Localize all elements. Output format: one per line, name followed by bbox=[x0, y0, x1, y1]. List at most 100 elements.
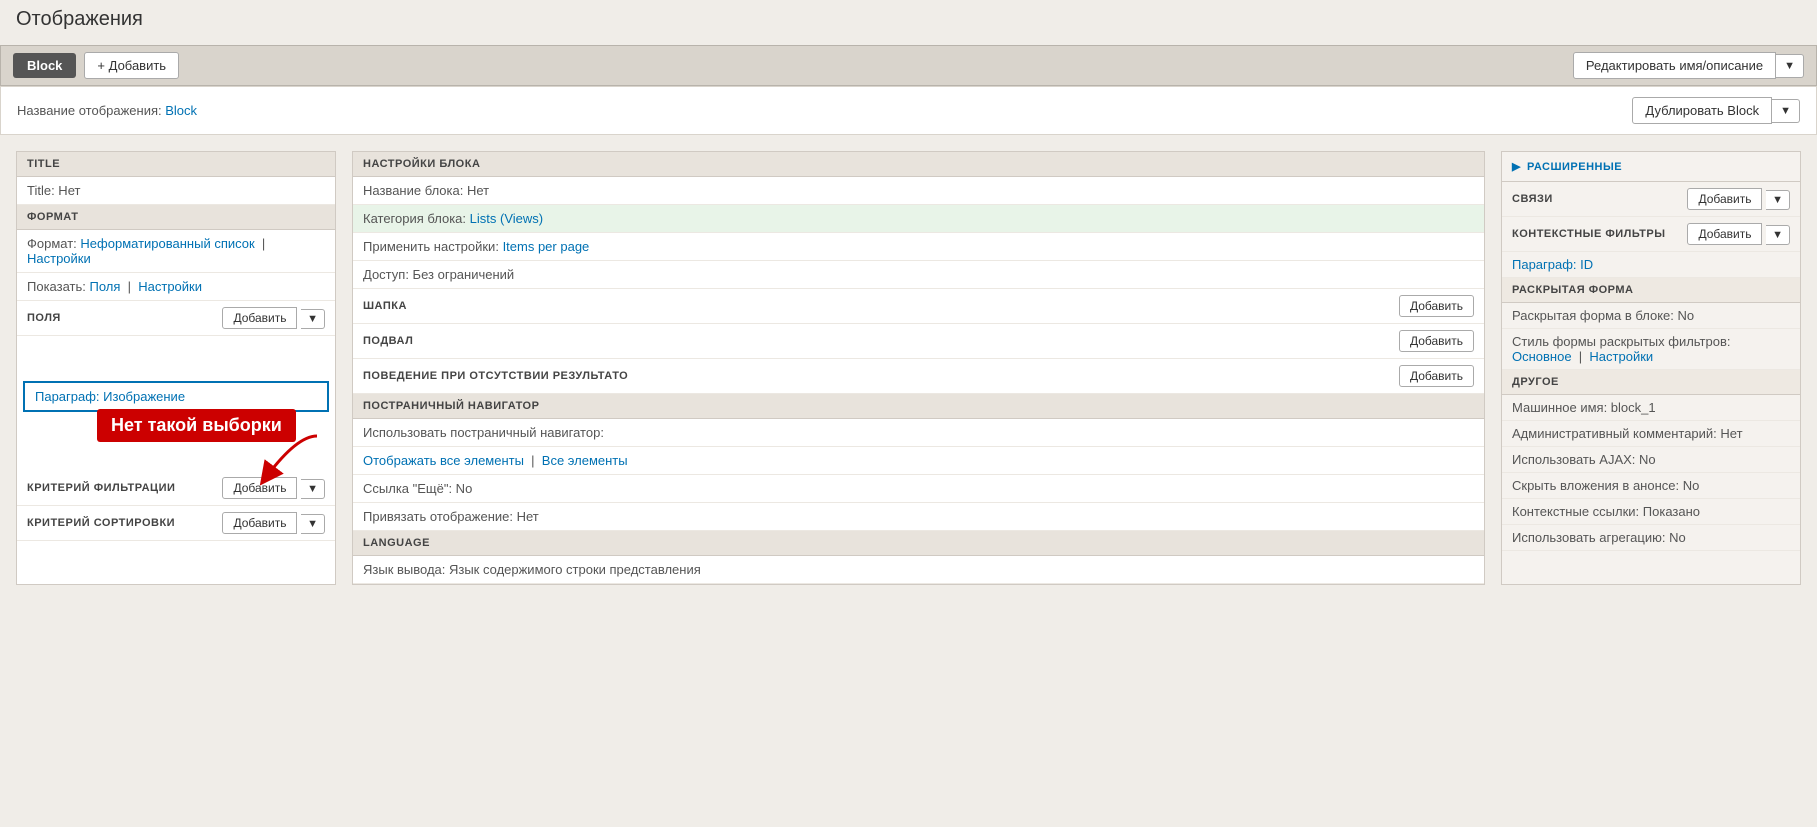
duplicate-button[interactable]: Дублировать Block bbox=[1632, 97, 1772, 124]
format-settings-link[interactable]: Настройки bbox=[27, 251, 91, 266]
show-label: Показать: bbox=[27, 279, 86, 294]
filter-header: КРИТЕРИЙ ФИЛЬТРАЦИИ bbox=[27, 482, 175, 494]
toolbar: Block Добавить Редактировать имя/описани… bbox=[0, 45, 1817, 86]
access-row: Доступ: Без ограничений bbox=[353, 261, 1484, 289]
fields-header-row: ПОЛЯ Добавить ▼ bbox=[17, 301, 335, 336]
ajax-row: Использовать AJAX: No bbox=[1502, 447, 1800, 473]
left-column: TITLE Title: Нет ФОРМАТ Формат: Неформат… bbox=[16, 151, 336, 585]
block-settings-header: НАСТРОЙКИ БЛОКА bbox=[353, 152, 1484, 177]
admin-comment-row: Административный комментарий: Нет bbox=[1502, 421, 1800, 447]
exposed-in-block-row: Раскрытая форма в блоке: No bbox=[1502, 303, 1800, 329]
add-button[interactable]: Добавить bbox=[84, 52, 179, 79]
sort-add-dropdown[interactable]: ▼ bbox=[301, 514, 325, 534]
footer-section-row: ПОДВАЛ Добавить bbox=[353, 324, 1484, 359]
exposed-style-row: Стиль формы раскрытых фильтров: Основное… bbox=[1502, 329, 1800, 370]
triangle-icon: ▶ bbox=[1512, 160, 1521, 173]
fields-add-button[interactable]: Добавить bbox=[222, 307, 297, 329]
lang-row: Язык вывода: Язык содержимого строки пре… bbox=[353, 556, 1484, 584]
title-row: Title: Нет bbox=[17, 177, 335, 205]
context-filter-item: Параграф: ID bbox=[1502, 252, 1800, 278]
title-section-header: TITLE bbox=[17, 152, 335, 177]
fields-add-group: Добавить ▼ bbox=[222, 307, 325, 329]
header-section-label: ШАПКА bbox=[363, 300, 407, 312]
context-filters-row: КОНТЕКСТНЫЕ ФИЛЬТРЫ Добавить ▼ bbox=[1502, 217, 1800, 252]
more-link-row: Ссылка "Ещё": No bbox=[353, 475, 1484, 503]
duplicate-dropdown[interactable]: ▼ bbox=[1772, 99, 1800, 123]
relations-row: СВЯЗИ Добавить ▼ bbox=[1502, 182, 1800, 217]
footer-section-label: ПОДВАЛ bbox=[363, 335, 413, 347]
style-link[interactable]: Основное bbox=[1512, 349, 1572, 364]
display-all-link[interactable]: Отображать все элементы bbox=[363, 453, 524, 468]
toolbar-left: Block Добавить bbox=[13, 52, 179, 79]
aggregation-row: Использовать агрегацию: No bbox=[1502, 525, 1800, 551]
view-name-bar: Название отображения: Block Дублировать … bbox=[0, 86, 1817, 135]
attach-row: Привязать отображение: Нет bbox=[353, 503, 1484, 531]
filter-header-row: КРИТЕРИЙ ФИЛЬТРАЦИИ Добавить ▼ bbox=[17, 471, 335, 506]
format-link[interactable]: Неформатированный список bbox=[80, 236, 254, 251]
empty-section-label: ПОВЕДЕНИЕ ПРИ ОТСУТСТВИИ РЕЗУЛЬТАТО bbox=[363, 370, 628, 382]
fields-add-dropdown[interactable]: ▼ bbox=[301, 309, 325, 329]
exposed-settings-link[interactable]: Настройки bbox=[1589, 349, 1653, 364]
field-item-paragraph[interactable]: Параграф: Изображение bbox=[23, 381, 329, 412]
page-title: Отображения bbox=[16, 8, 1801, 31]
hide-attachments-row: Скрыть вложения в анонсе: No bbox=[1502, 473, 1800, 499]
relations-label: СВЯЗИ bbox=[1512, 193, 1553, 205]
contextual-links-row: Контекстные ссылки: Показано bbox=[1502, 499, 1800, 525]
apply-settings-row: Применить настройки: Items per page bbox=[353, 233, 1484, 261]
block-name-row: Название блока: Нет bbox=[353, 177, 1484, 205]
expanded-label: РАСШИРЕННЫЕ bbox=[1527, 161, 1622, 173]
filter-add-group: Добавить ▼ bbox=[222, 477, 325, 499]
footer-add-button[interactable]: Добавить bbox=[1399, 330, 1474, 352]
view-name-text: Название отображения: Block bbox=[17, 103, 197, 118]
machine-name-row: Машинное имя: block_1 bbox=[1502, 395, 1800, 421]
format-row: Формат: Неформатированный список | Настр… bbox=[17, 230, 335, 273]
view-name-link[interactable]: Block bbox=[165, 103, 197, 118]
sort-add-group: Добавить ▼ bbox=[222, 512, 325, 534]
context-filters-add-group: Добавить ▼ bbox=[1687, 223, 1790, 245]
header-add-button[interactable]: Добавить bbox=[1399, 295, 1474, 317]
empty-section-row: ПОВЕДЕНИЕ ПРИ ОТСУТСТВИИ РЕЗУЛЬТАТО Доба… bbox=[353, 359, 1484, 394]
pager-links-row: Отображать все элементы | Все элементы bbox=[353, 447, 1484, 475]
expanded-header: ▶ РАСШИРЕННЫЕ bbox=[1502, 152, 1800, 182]
page-header: Отображения bbox=[0, 0, 1817, 45]
context-filters-add-dropdown[interactable]: ▼ bbox=[1766, 225, 1790, 245]
empty-add-button[interactable]: Добавить bbox=[1399, 365, 1474, 387]
exposed-form-header: РАСКРЫТАЯ ФОРМА bbox=[1502, 278, 1800, 303]
edit-name-button[interactable]: Редактировать имя/описание bbox=[1573, 52, 1776, 79]
edit-name-dropdown[interactable]: ▼ bbox=[1776, 54, 1804, 78]
fields-area: Нет такой выборки Параграф: Изображение bbox=[17, 381, 335, 471]
duplicate-group: Дублировать Block ▼ bbox=[1632, 97, 1800, 124]
fields-header: ПОЛЯ bbox=[27, 312, 61, 324]
sort-add-button[interactable]: Добавить bbox=[222, 512, 297, 534]
relations-add-group: Добавить ▼ bbox=[1687, 188, 1790, 210]
filter-add-button[interactable]: Добавить bbox=[222, 477, 297, 499]
sort-header: КРИТЕРИЙ СОРТИРОВКИ bbox=[27, 517, 175, 529]
filter-add-dropdown[interactable]: ▼ bbox=[301, 479, 325, 499]
apply-link[interactable]: Items per page bbox=[503, 239, 590, 254]
language-header: LANGUAGE bbox=[353, 531, 1484, 556]
main-content: TITLE Title: Нет ФОРМАТ Формат: Неформат… bbox=[0, 135, 1817, 601]
block-category-row: Категория блока: Lists (Views) bbox=[353, 205, 1484, 233]
format-section-header: ФОРМАТ bbox=[17, 205, 335, 230]
format-label: Формат: bbox=[27, 236, 77, 251]
all-elements-link[interactable]: Все элементы bbox=[542, 453, 628, 468]
header-section-row: ШАПКА Добавить bbox=[353, 289, 1484, 324]
show-row: Показать: Поля | Настройки bbox=[17, 273, 335, 301]
relations-add-button[interactable]: Добавить bbox=[1687, 188, 1762, 210]
error-overlay: Нет такой выборки bbox=[97, 409, 296, 442]
pager-use-row: Использовать постраничный навигатор: bbox=[353, 419, 1484, 447]
category-link[interactable]: Lists (Views) bbox=[470, 211, 543, 226]
relations-add-dropdown[interactable]: ▼ bbox=[1766, 190, 1790, 210]
context-filters-add-button[interactable]: Добавить bbox=[1687, 223, 1762, 245]
middle-column: НАСТРОЙКИ БЛОКА Название блока: Нет Кате… bbox=[352, 151, 1485, 585]
show-settings-link[interactable]: Настройки bbox=[138, 279, 202, 294]
right-column: ▶ РАСШИРЕННЫЕ СВЯЗИ Добавить ▼ КОНТЕКСТН… bbox=[1501, 151, 1801, 585]
pager-header: ПОСТРАНИЧНЫЙ НАВИГАТОР bbox=[353, 394, 1484, 419]
paragraph-id-link[interactable]: Параграф: ID bbox=[1512, 257, 1593, 272]
context-filters-label: КОНТЕКСТНЫЕ ФИЛЬТРЫ bbox=[1512, 228, 1665, 240]
other-header: ДРУГОЕ bbox=[1502, 370, 1800, 395]
sort-header-row: КРИТЕРИЙ СОРТИРОВКИ Добавить ▼ bbox=[17, 506, 335, 541]
block-button[interactable]: Block bbox=[13, 53, 76, 78]
show-link[interactable]: Поля bbox=[90, 279, 121, 294]
toolbar-right: Редактировать имя/описание ▼ bbox=[1573, 52, 1804, 79]
